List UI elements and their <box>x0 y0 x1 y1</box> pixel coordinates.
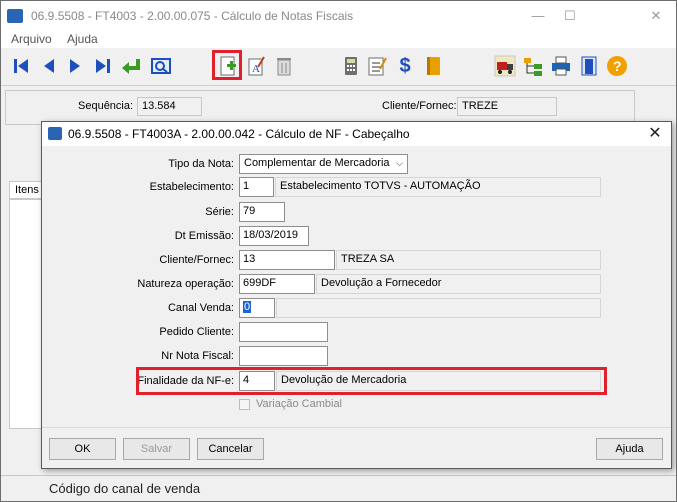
sequencia-label: Sequência: <box>78 100 134 112</box>
items-grid[interactable] <box>9 199 45 429</box>
next-record-icon[interactable] <box>63 54 87 78</box>
close-icon[interactable]: ✕ <box>646 7 666 25</box>
ajuda-button[interactable]: Ajuda <box>596 438 663 460</box>
natureza-input[interactable]: 699DF <box>239 274 315 294</box>
dt-emissao-input[interactable]: 18/03/2019 <box>239 226 309 246</box>
app-icon <box>7 9 23 23</box>
variacao-cambial-label: Variação Cambial <box>256 398 343 410</box>
variacao-cambial-checkbox[interactable] <box>239 399 250 410</box>
chevron-down-icon: ⌵ <box>396 158 403 168</box>
estabelecimento-input[interactable]: 1 <box>239 177 274 197</box>
tab-itens[interactable]: Itens <box>9 181 43 199</box>
nr-nota-input[interactable] <box>239 346 328 366</box>
main-window-title: 06.9.5508 - FT4003 - 2.00.00.075 - Cálcu… <box>31 9 354 23</box>
return-icon[interactable] <box>119 54 143 78</box>
last-record-icon[interactable] <box>91 54 115 78</box>
main-titlebar: 06.9.5508 - FT4003 - 2.00.00.075 - Cálcu… <box>1 1 676 31</box>
minimize-icon[interactable]: — <box>528 7 548 25</box>
cancelar-button[interactable]: Cancelar <box>197 438 264 460</box>
dt-emissao-label: Dt Emissão: <box>174 230 234 242</box>
natureza-label: Natureza operação: <box>137 278 234 290</box>
help-icon[interactable]: ? <box>605 54 629 78</box>
estabelecimento-label: Estabelecimento: <box>149 181 234 193</box>
dialog-button-bar: OK Salvar Cancelar Ajuda <box>42 427 671 468</box>
truck-icon[interactable] <box>493 54 517 78</box>
previous-record-icon[interactable] <box>37 54 61 78</box>
canal-venda-label: Canal Venda: <box>167 302 234 314</box>
printer-icon[interactable] <box>549 54 573 78</box>
main-cliente-value: TREZE <box>457 97 557 116</box>
serie-input[interactable]: 79 <box>239 202 285 222</box>
dialog-close-icon[interactable]: ✕ <box>645 124 665 144</box>
cliente-input[interactable]: 13 <box>239 250 335 270</box>
dialog-title: 06.9.5508 - FT4003A - 2.00.00.042 - Cálc… <box>68 127 410 141</box>
ok-button[interactable]: OK <box>49 438 116 460</box>
book-icon[interactable] <box>421 54 445 78</box>
cliente-desc: TREZA SA <box>336 250 601 270</box>
pedido-cliente-label: Pedido Cliente: <box>159 326 234 338</box>
sequencia-value: 13.584 <box>137 97 202 116</box>
first-record-icon[interactable] <box>9 54 33 78</box>
menubar: Arquivo Ajuda <box>1 31 676 48</box>
menu-arquivo[interactable]: Arquivo <box>11 32 52 46</box>
tipo-nota-label: Tipo da Nota: <box>168 158 234 170</box>
canal-venda-desc <box>276 298 601 318</box>
trash-icon[interactable] <box>272 54 296 78</box>
status-text: Código do canal de venda <box>49 481 201 496</box>
exit-door-icon[interactable] <box>577 54 601 78</box>
dollar-icon[interactable]: $ <box>393 54 417 78</box>
menu-ajuda[interactable]: Ajuda <box>67 32 98 46</box>
toolbar: A $ ? <box>1 48 676 86</box>
cliente-label: Cliente/Fornec: <box>159 254 234 266</box>
new-button-highlight <box>212 50 242 80</box>
main-header-panel: Sequência: 13.584 Cliente/Fornec: TREZE <box>5 90 635 125</box>
pedido-cliente-input[interactable] <box>239 322 328 342</box>
checklist-icon[interactable] <box>365 54 389 78</box>
edit-text-icon[interactable]: A <box>244 54 268 78</box>
tipo-nota-value: Complementar de Mercadoria <box>244 157 390 169</box>
maximize-icon[interactable]: ☐ <box>560 7 580 25</box>
estabelecimento-desc: Estabelecimento TOTVS - AUTOMAÇÃO <box>275 177 601 197</box>
calculator-icon[interactable] <box>339 54 363 78</box>
dialog-app-icon <box>48 127 62 140</box>
dialog-titlebar: 06.9.5508 - FT4003A - 2.00.00.042 - Cálc… <box>42 122 671 146</box>
main-cliente-label: Cliente/Fornec: <box>382 100 457 112</box>
finalidade-highlight <box>136 367 607 395</box>
canal-venda-input[interactable]: 0 <box>239 298 275 318</box>
natureza-desc: Devolução a Fornecedor <box>316 274 601 294</box>
serie-label: Série: <box>205 206 234 218</box>
tipo-nota-select[interactable]: Complementar de Mercadoria ⌵ <box>239 154 408 174</box>
svg-text:?: ? <box>613 58 622 74</box>
header-dialog: 06.9.5508 - FT4003A - 2.00.00.042 - Cálc… <box>41 121 672 469</box>
canal-venda-value: 0 <box>243 301 252 313</box>
salvar-button[interactable]: Salvar <box>123 438 190 460</box>
tree-icon[interactable] <box>521 54 545 78</box>
search-preview-icon[interactable] <box>149 54 173 78</box>
nr-nota-label: Nr Nota Fiscal: <box>161 350 234 362</box>
statusbar: Código do canal de venda <box>1 475 676 501</box>
